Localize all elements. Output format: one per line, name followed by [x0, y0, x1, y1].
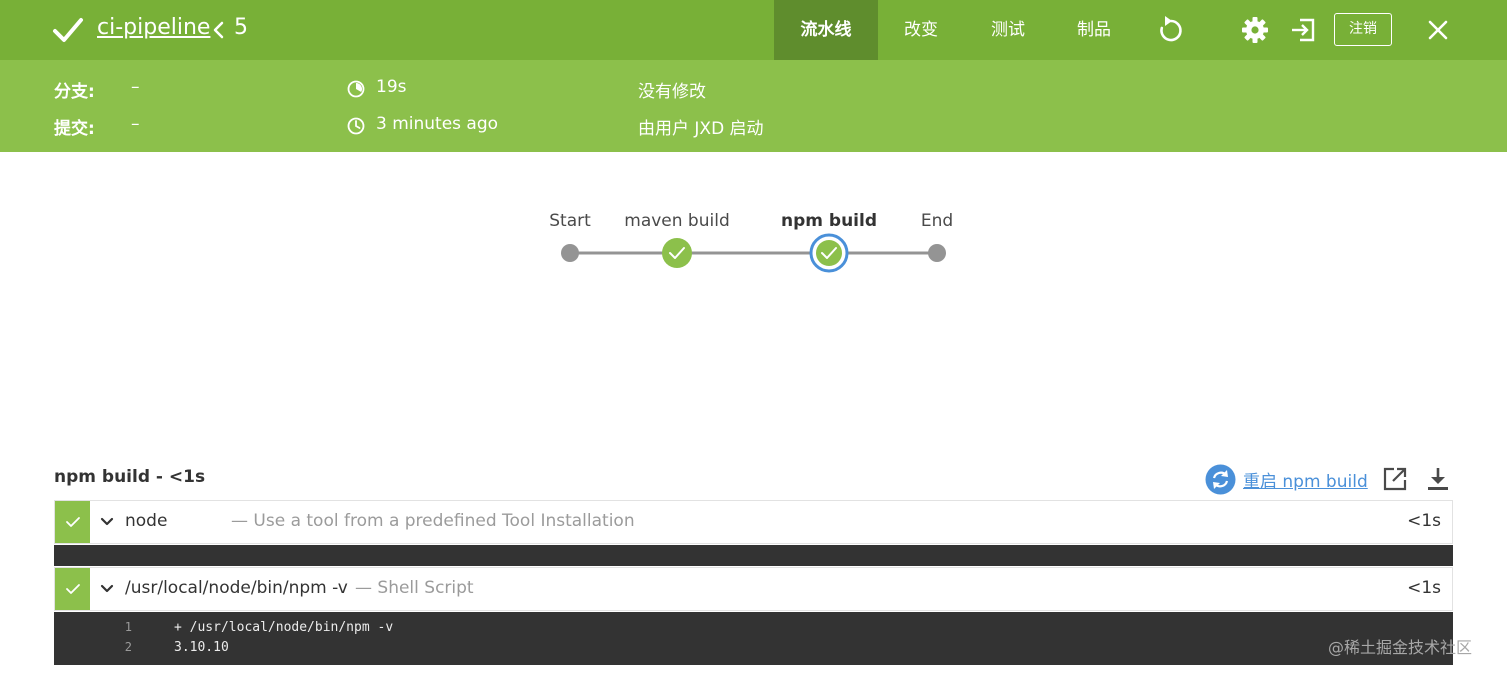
step-console-output: 1 + /usr/local/node/bin/npm -v 2 3.10.10: [54, 612, 1453, 665]
stage-node-maven-build[interactable]: [662, 238, 692, 268]
top-header-bar: ci-pipeline 5 流水线 改变 测试 制品 注销: [0, 0, 1507, 60]
step-duration: <1s: [1407, 511, 1441, 531]
run-number: 5: [234, 15, 248, 40]
open-in-new-icon[interactable]: [1382, 466, 1408, 492]
pipeline-graph: Start maven build npm build End: [540, 200, 960, 280]
open-external-icon[interactable]: [1288, 14, 1320, 46]
duration-value: 19s: [376, 77, 407, 97]
stage-log-title: npm build - <1s: [54, 467, 206, 487]
stage-node-end[interactable]: [928, 244, 946, 262]
log-line: 2 3.10.10: [54, 640, 1453, 660]
logout-button[interactable]: 注销: [1334, 13, 1392, 46]
line-number[interactable]: 2: [114, 640, 132, 654]
tab-artifacts[interactable]: 制品: [1058, 0, 1130, 60]
clock-icon: [347, 117, 365, 135]
duration-icon: [347, 80, 365, 98]
step-name: node: [125, 511, 168, 531]
step-description: — Use a tool from a predefined Tool Inst…: [231, 511, 635, 531]
stage-node-start[interactable]: [561, 244, 579, 262]
tab-changes[interactable]: 改变: [885, 0, 957, 60]
chevron-down-icon[interactable]: [99, 581, 115, 597]
step-console-output: [54, 545, 1453, 566]
success-check-icon: [65, 517, 80, 527]
tab-pipeline[interactable]: 流水线: [774, 0, 878, 60]
started-time: 3 minutes ago: [376, 114, 499, 134]
commit-value: –: [131, 114, 140, 134]
step-description: — Shell Script: [355, 578, 474, 598]
pipeline-graph-svg: [561, 233, 946, 273]
chevron-down-icon[interactable]: [99, 514, 115, 530]
step-status-success: [55, 568, 90, 610]
chevron-left-icon: [213, 21, 224, 39]
line-text: + /usr/local/node/bin/npm -v: [174, 620, 394, 635]
line-number[interactable]: 1: [114, 620, 132, 634]
gear-icon[interactable]: [1239, 14, 1271, 46]
branch-value: –: [131, 77, 140, 97]
tab-tests[interactable]: 测试: [972, 0, 1044, 60]
started-by: 由用户 JXD 启动: [638, 119, 764, 139]
step-duration: <1s: [1407, 578, 1441, 598]
step-row[interactable]: /usr/local/node/bin/npm -v — Shell Scrip…: [54, 567, 1453, 611]
commit-label: 提交:: [54, 119, 95, 139]
watermark: @稀土掘金技术社区: [1328, 638, 1473, 657]
line-text: 3.10.10: [174, 640, 229, 655]
job-name-link[interactable]: ci-pipeline: [97, 15, 210, 40]
restart-stage-link[interactable]: 重启 npm build: [1243, 467, 1368, 492]
run-info-bar: 分支: – 提交: – 19s 3 minutes ago 没有修改 由用户 J…: [0, 60, 1507, 152]
close-icon[interactable]: [1422, 14, 1454, 46]
changes-summary: 没有修改: [638, 82, 706, 102]
log-line: 1 + /usr/local/node/bin/npm -v: [54, 620, 1453, 640]
restart-icon: [1205, 464, 1236, 494]
replay-icon[interactable]: [1155, 14, 1187, 46]
restart-stage-button[interactable]: 重启 npm build: [1205, 463, 1368, 495]
download-icon[interactable]: [1425, 466, 1451, 492]
step-name: /usr/local/node/bin/npm -v: [125, 578, 348, 598]
branch-label: 分支:: [54, 82, 95, 102]
step-row[interactable]: node — Use a tool from a predefined Tool…: [54, 500, 1453, 544]
step-status-success: [55, 501, 90, 543]
success-check-icon: [53, 18, 83, 42]
success-check-icon: [65, 584, 80, 594]
stage-node-npm-build[interactable]: [809, 233, 849, 273]
